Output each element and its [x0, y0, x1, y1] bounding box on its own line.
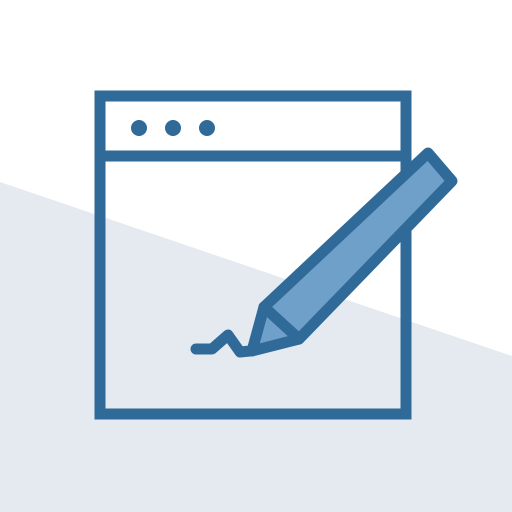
- edit-document-illustration: [0, 0, 512, 512]
- window-dot-2: [165, 120, 181, 136]
- three-dots-icon: [131, 120, 215, 136]
- edit-window-icon: [0, 90, 512, 512]
- window-dot-1: [131, 120, 147, 136]
- window-dot-3: [199, 120, 215, 136]
